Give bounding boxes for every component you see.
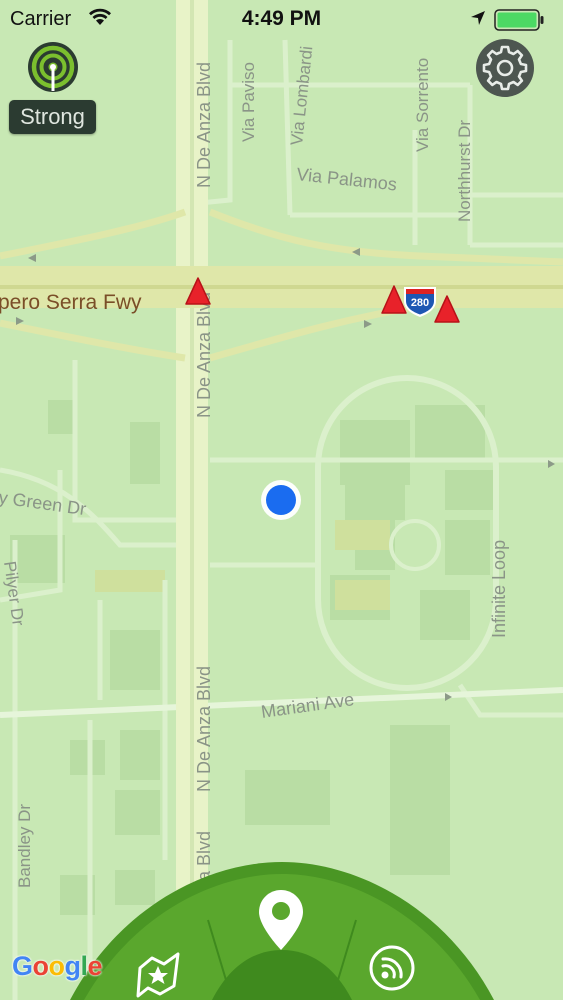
google-logo-letter: e <box>87 951 103 981</box>
road-label-de-anza-mid: N De Anza Blvd <box>194 292 214 418</box>
location-arrow-icon <box>471 11 485 25</box>
freeway-median <box>0 285 563 289</box>
interstate-number: 280 <box>411 297 429 309</box>
road-label-de-anza-bottom: Anza Blvd <box>194 831 214 912</box>
road-label-infinite-loop: Infinite Loop <box>489 540 509 638</box>
current-location-dot[interactable] <box>261 480 301 520</box>
signal-strength-label: Strong <box>9 100 96 134</box>
status-bar: Carrier 4:49 PM <box>0 0 563 38</box>
road-label-via-sorrento: Via Sorrento <box>413 58 432 152</box>
road-label-de-anza-low: N De Anza Blvd <box>194 666 214 792</box>
google-logo-letter: G <box>12 951 33 981</box>
map-canvas[interactable]: pero Serra Fwy N De Anza Blvd N De Anza … <box>0 0 563 1000</box>
road-label-northhurst: Northhurst Dr <box>455 120 474 222</box>
google-logo-letter: o <box>48 951 66 981</box>
google-logo-letter: l <box>80 951 89 981</box>
google-logo-letter: g <box>64 951 82 981</box>
road-label-de-anza-upper: N De Anza Blvd <box>194 62 214 188</box>
google-logo-letter: o <box>32 951 50 981</box>
road-label-via-paviso: Via Paviso <box>239 62 258 142</box>
gear-icon[interactable] <box>475 38 535 98</box>
road-label-bandley: Bandley Dr <box>15 804 34 888</box>
battery-icon <box>494 9 544 31</box>
signal-strength-icon[interactable] <box>26 40 80 94</box>
road-label-freeway: pero Serra Fwy <box>0 291 142 314</box>
google-logo: Google <box>12 951 103 982</box>
